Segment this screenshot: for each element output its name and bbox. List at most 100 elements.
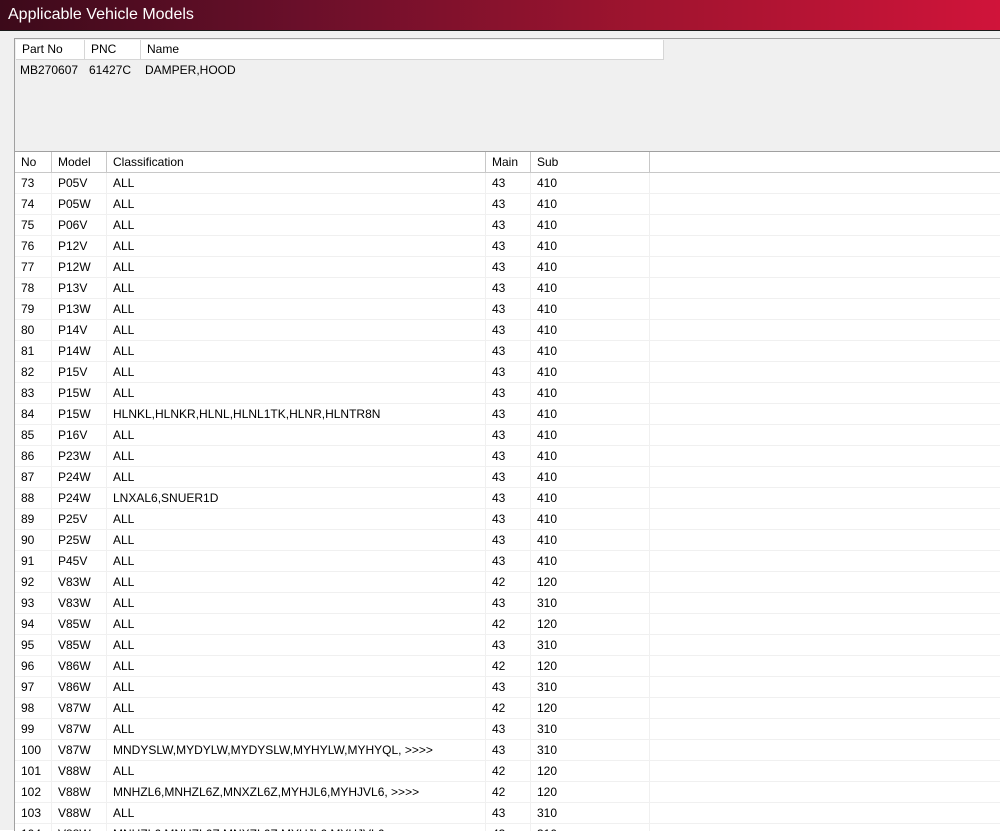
table-row[interactable]: 94 V85W ALL 42 120 — [15, 614, 1000, 635]
no-cell: 86 — [15, 446, 52, 466]
column-header-no[interactable]: No — [15, 152, 52, 172]
sub-cell: 410 — [531, 236, 650, 256]
table-row[interactable]: 78 P13V ALL 43 410 — [15, 278, 1000, 299]
no-cell: 82 — [15, 362, 52, 382]
models-table-header: No Model Classification Main Sub — [15, 152, 1000, 173]
sub-cell: 410 — [531, 425, 650, 445]
model-cell: P05W — [52, 194, 107, 214]
table-row[interactable]: 99 V87W ALL 43 310 — [15, 719, 1000, 740]
table-row[interactable]: 97 V86W ALL 43 310 — [15, 677, 1000, 698]
table-row[interactable]: 90 P25W ALL 43 410 — [15, 530, 1000, 551]
classification-cell: ALL — [107, 341, 486, 361]
no-cell: 100 — [15, 740, 52, 760]
table-row[interactable]: 98 V87W ALL 42 120 — [15, 698, 1000, 719]
table-row[interactable]: 81 P14W ALL 43 410 — [15, 341, 1000, 362]
model-cell: P24W — [52, 467, 107, 487]
table-row[interactable]: 96 V86W ALL 42 120 — [15, 656, 1000, 677]
sub-cell: 410 — [531, 404, 650, 424]
table-row[interactable]: 86 P23W ALL 43 410 — [15, 446, 1000, 467]
table-row[interactable]: 80 P14V ALL 43 410 — [15, 320, 1000, 341]
no-cell: 103 — [15, 803, 52, 823]
table-row[interactable]: 83 P15W ALL 43 410 — [15, 383, 1000, 404]
model-cell: P05V — [52, 173, 107, 193]
table-row[interactable]: 102 V88W MNHZL6,MNHZL6Z,MNXZL6Z,MYHJL6,MYH… — [15, 782, 1000, 803]
table-row[interactable]: 82 P15V ALL 43 410 — [15, 362, 1000, 383]
column-header-model[interactable]: Model — [52, 152, 107, 172]
table-row[interactable]: 92 V83W ALL 42 120 — [15, 572, 1000, 593]
sub-cell: 310 — [531, 635, 650, 655]
table-row[interactable]: 75 P06V ALL 43 410 — [15, 215, 1000, 236]
classification-cell: ALL — [107, 677, 486, 697]
sub-cell: 410 — [531, 278, 650, 298]
sub-cell: 410 — [531, 215, 650, 235]
classification-cell: ALL — [107, 530, 486, 550]
pnc-cell: 61427C — [89, 63, 132, 77]
model-cell: V87W — [52, 719, 107, 739]
main-cell: 43 — [486, 215, 531, 235]
main-cell: 43 — [486, 551, 531, 571]
classification-cell: ALL — [107, 467, 486, 487]
classification-cell: ALL — [107, 173, 486, 193]
sub-cell: 410 — [531, 551, 650, 571]
classification-cell: ALL — [107, 320, 486, 340]
model-cell: V85W — [52, 635, 107, 655]
main-cell: 43 — [486, 803, 531, 823]
table-row[interactable]: 91 P45V ALL 43 410 — [15, 551, 1000, 572]
table-row[interactable]: 79 P13W ALL 43 410 — [15, 299, 1000, 320]
classification-cell: ALL — [107, 215, 486, 235]
column-header-classification[interactable]: Classification — [107, 152, 486, 172]
table-row[interactable]: 103 V88W ALL 43 310 — [15, 803, 1000, 824]
table-row[interactable]: 88 P24W LNXAL6,SNUER1D 43 410 — [15, 488, 1000, 509]
part-table-row[interactable]: MB270607 61427C DAMPER,HOOD — [16, 62, 441, 78]
model-cell: V83W — [52, 593, 107, 613]
classification-cell: ALL — [107, 257, 486, 277]
column-header-pnc[interactable]: PNC — [85, 40, 141, 59]
table-row[interactable]: 93 V83W ALL 43 310 — [15, 593, 1000, 614]
column-header-part-no[interactable]: Part No — [16, 40, 85, 59]
no-cell: 84 — [15, 404, 52, 424]
vehicle-models-table: No Model Classification Main Sub 73 P05V A… — [14, 151, 1000, 831]
table-row[interactable]: 95 V85W ALL 43 310 — [15, 635, 1000, 656]
main-cell: 43 — [486, 446, 531, 466]
main-cell: 43 — [486, 719, 531, 739]
column-header-main[interactable]: Main — [486, 152, 531, 172]
model-cell: P06V — [52, 215, 107, 235]
part-info-panel: Part No PNC Name MB270607 61427C DAMPER,… — [14, 38, 1000, 151]
table-row[interactable]: 100 V87W MNDYSLW,MYDYLW,MYDYSLW,MYHYLW,MYH… — [15, 740, 1000, 761]
sub-cell: 120 — [531, 761, 650, 781]
column-header-sub[interactable]: Sub — [531, 152, 650, 172]
table-row[interactable]: 77 P12W ALL 43 410 — [15, 257, 1000, 278]
table-row[interactable]: 89 P25V ALL 43 410 — [15, 509, 1000, 530]
no-cell: 89 — [15, 509, 52, 529]
table-row[interactable]: 87 P24W ALL 43 410 — [15, 467, 1000, 488]
sub-cell: 310 — [531, 677, 650, 697]
model-cell: V86W — [52, 677, 107, 697]
sub-cell: 410 — [531, 488, 650, 508]
classification-cell: ALL — [107, 299, 486, 319]
models-table-body: 73 P05V ALL 43 410 74 P05W ALL 43 410 75 P06V ALL 43 4… — [15, 173, 1000, 831]
main-cell: 43 — [486, 593, 531, 613]
main-cell: 43 — [486, 488, 531, 508]
part-table-header: Part No PNC Name — [16, 40, 664, 60]
main-cell: 43 — [486, 278, 531, 298]
table-row[interactable]: 101 V88W ALL 42 120 — [15, 761, 1000, 782]
table-row[interactable]: 76 P12V ALL 43 410 — [15, 236, 1000, 257]
classification-cell: ALL — [107, 446, 486, 466]
classification-cell: ALL — [107, 614, 486, 634]
sub-cell: 410 — [531, 173, 650, 193]
model-cell: V87W — [52, 740, 107, 760]
main-cell: 42 — [486, 656, 531, 676]
table-row[interactable]: 85 P16V ALL 43 410 — [15, 425, 1000, 446]
table-row[interactable]: 74 P05W ALL 43 410 — [15, 194, 1000, 215]
no-cell: 98 — [15, 698, 52, 718]
column-header-name[interactable]: Name — [141, 40, 664, 59]
no-cell: 75 — [15, 215, 52, 235]
main-cell: 43 — [486, 320, 531, 340]
title-bar[interactable]: Applicable Vehicle Models — [0, 0, 1000, 31]
classification-cell: ALL — [107, 383, 486, 403]
part-no-cell: MB270607 — [20, 63, 79, 77]
model-cell: P13V — [52, 278, 107, 298]
table-row[interactable]: 73 P05V ALL 43 410 — [15, 173, 1000, 194]
table-row[interactable]: 84 P15W HLNKL,HLNKR,HLNL,HLNL1TK,HLNR,HLNT… — [15, 404, 1000, 425]
no-cell: 77 — [15, 257, 52, 277]
